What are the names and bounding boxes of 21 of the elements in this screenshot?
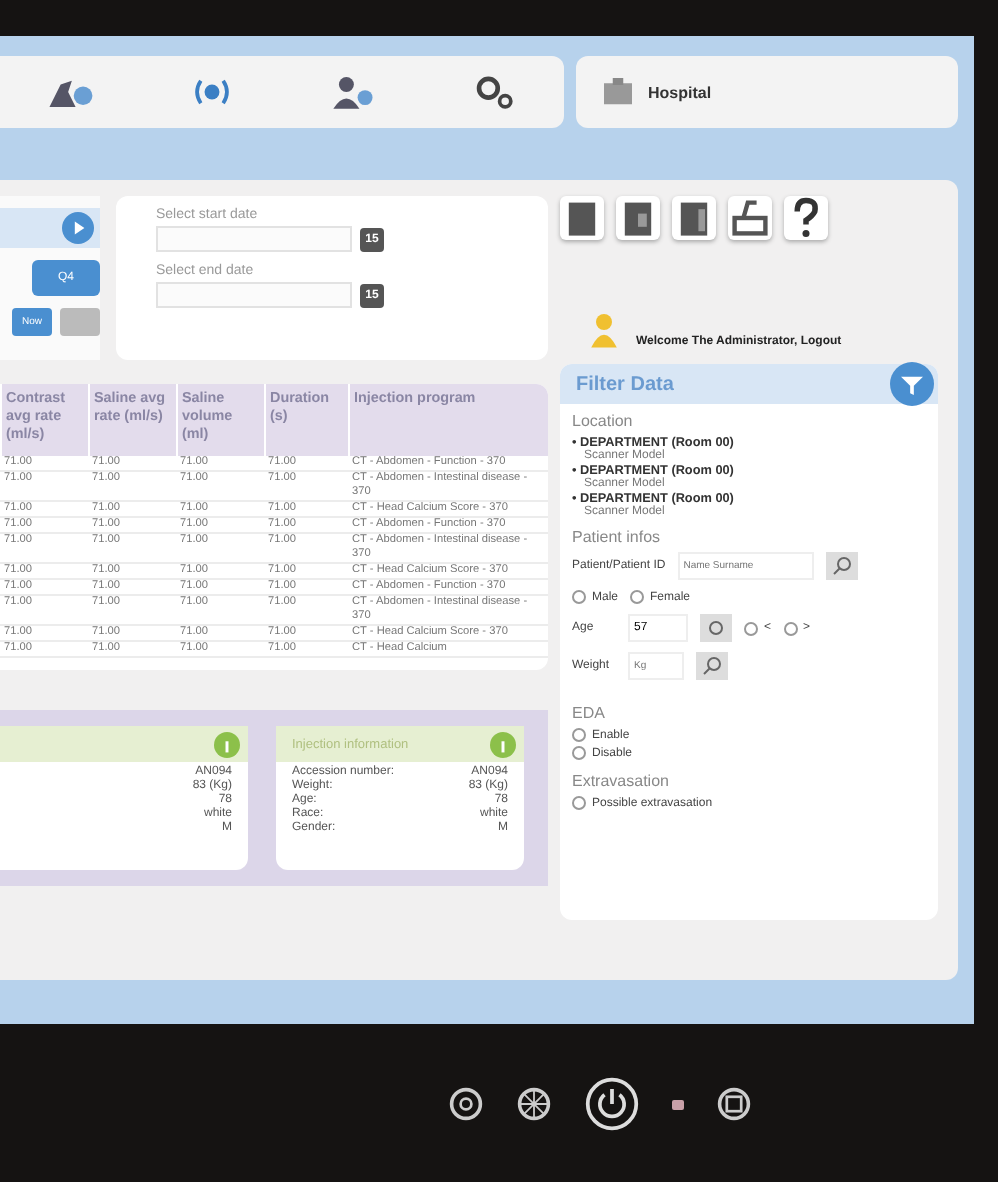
hospital-label[interactable]: Hospital xyxy=(648,83,712,101)
print-icon[interactable] xyxy=(728,196,772,240)
section-heading: Location xyxy=(572,412,635,430)
date-field[interactable] xyxy=(156,282,352,308)
filter-title: Filter Data xyxy=(576,373,674,395)
indicator-light xyxy=(672,1099,684,1109)
help-icon[interactable] xyxy=(784,196,828,240)
gear-icon[interactable] xyxy=(448,1086,484,1122)
section-heading: EDA xyxy=(572,704,607,722)
section-heading: Extravasation xyxy=(572,772,671,790)
document-icon[interactable] xyxy=(616,196,660,240)
user-silhouette-icon xyxy=(588,312,620,348)
power-icon[interactable] xyxy=(584,1076,640,1132)
section-heading: Patient infos xyxy=(572,528,663,546)
document-icon[interactable] xyxy=(560,196,604,240)
play-icon[interactable] xyxy=(62,212,94,244)
filter-icon[interactable] xyxy=(890,362,934,406)
document-icon[interactable] xyxy=(672,196,716,240)
wheel-icon[interactable] xyxy=(516,1086,552,1122)
date-field[interactable] xyxy=(156,226,352,252)
building-icon xyxy=(600,78,636,106)
